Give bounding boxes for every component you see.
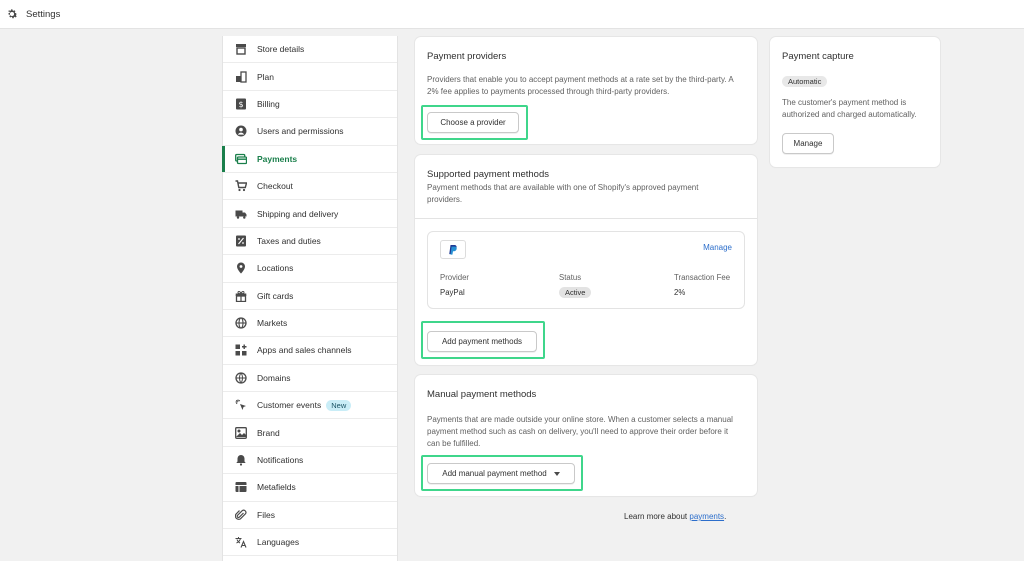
fee-value: 2% [674, 288, 686, 297]
sidebar-item-label: Apps and sales channels [257, 345, 352, 356]
card-title: Manual payment methods [427, 389, 537, 400]
payment-capture-card: Payment capture Automatic The customer's… [770, 37, 940, 167]
apps-icon [235, 344, 247, 356]
payments-icon [235, 153, 247, 165]
percent-icon [235, 235, 247, 247]
provider-value: PayPal [440, 288, 465, 297]
dollar-icon: $ [235, 98, 247, 110]
sidebar-item-billing[interactable]: $ Billing [223, 91, 397, 119]
paypal-logo-icon [440, 240, 466, 259]
card-description: Payment methods that are available with … [427, 183, 699, 204]
paperclip-icon [235, 509, 247, 521]
manage-capture-button[interactable]: Manage [782, 133, 834, 154]
sidebar-item-label: Shipping and delivery [257, 208, 339, 219]
payment-providers-card: Payment providers Providers that enable … [415, 37, 757, 144]
sidebar-item-shipping[interactable]: Shipping and delivery [223, 200, 397, 228]
svg-text:$: $ [238, 100, 243, 109]
sidebar-item-payments[interactable]: Payments [222, 145, 397, 173]
sidebar-item-brand[interactable]: Brand [223, 419, 397, 447]
fee-column-header: Transaction Fee [674, 273, 731, 282]
button-label: Add manual payment method [442, 469, 547, 478]
sidebar-item-label: Markets [257, 318, 288, 329]
metafields-icon [235, 481, 247, 493]
sidebar-item-label: Checkout [257, 181, 293, 192]
new-badge: New [326, 399, 352, 411]
sidebar-item-apps[interactable]: Apps and sales channels [223, 337, 397, 365]
manage-paypal-link[interactable]: Manage [703, 243, 732, 252]
sidebar-item-locations[interactable]: Locations [223, 255, 397, 283]
supported-payment-methods-card: Supported payment methods Payment method… [415, 155, 757, 365]
sidebar-item-label: Files [257, 509, 275, 520]
sidebar-item-label: Gift cards [257, 290, 294, 301]
caret-down-icon [553, 471, 560, 476]
sidebar-item-label: Locations [257, 263, 294, 274]
top-bar: Settings [0, 0, 1024, 29]
location-pin-icon [235, 262, 247, 274]
sidebar-item-customer-events[interactable]: Customer events New [223, 392, 397, 420]
sidebar-item-languages[interactable]: Languages [223, 529, 397, 557]
truck-icon [235, 208, 247, 220]
sidebar-item-label: Plan [257, 71, 275, 82]
manual-payment-methods-card: Manual payment methods Payments that are… [415, 375, 757, 496]
sidebar-item-checkout[interactable]: Checkout [223, 173, 397, 201]
cursor-click-icon [235, 399, 247, 411]
sidebar-item-files[interactable]: Files [223, 502, 397, 530]
store-icon [235, 43, 247, 55]
payments-link[interactable]: payments [689, 512, 724, 521]
status-badge: Active [559, 287, 592, 298]
globe-icon [235, 317, 247, 329]
sidebar-item-label: Billing [257, 98, 280, 109]
sidebar-item-domains[interactable]: Domains [223, 365, 397, 393]
sidebar-item-markets[interactable]: Markets [223, 310, 397, 338]
brand-icon [235, 426, 247, 439]
card-title: Payment providers [427, 51, 507, 62]
card-description: Payments that are made outside your onli… [427, 415, 733, 448]
sidebar-item-label: Customer events [257, 400, 322, 411]
add-payment-methods-button[interactable]: Add payment methods [427, 331, 537, 352]
sidebar-item-label: Domains [257, 372, 291, 383]
translate-icon [235, 536, 247, 548]
sidebar-item-label: Store details [257, 44, 305, 55]
divider [415, 218, 757, 219]
sidebar-item-label: Brand [257, 427, 280, 438]
bell-icon [235, 454, 247, 466]
sidebar-item-taxes[interactable]: Taxes and duties [223, 228, 397, 256]
gift-icon [235, 290, 247, 302]
automatic-badge: Automatic [782, 76, 828, 87]
plan-icon [235, 70, 247, 83]
sidebar-item-store-details[interactable]: Store details [223, 36, 397, 64]
paypal-provider-card: Manage Provider Status Transaction Fee P… [427, 231, 745, 309]
user-icon [235, 125, 247, 137]
sidebar-item-label: Taxes and duties [257, 235, 321, 246]
sidebar-item-label: Languages [257, 537, 300, 548]
sidebar-item-label: Notifications [257, 455, 304, 466]
learn-more-text: Learn more about payments. [624, 512, 726, 521]
sidebar-item-notifications[interactable]: Notifications [223, 447, 397, 475]
gear-icon [5, 7, 19, 21]
provider-column-header: Provider [440, 273, 470, 282]
add-manual-payment-method-button[interactable]: Add manual payment method [427, 463, 575, 484]
sidebar-item-metafields[interactable]: Metafields [223, 474, 397, 502]
sidebar-item-label: Metafields [257, 482, 296, 493]
sidebar-item-users[interactable]: Users and permissions [223, 118, 397, 146]
sidebar-item-label: Users and permissions [257, 126, 344, 137]
card-title: Supported payment methods [427, 169, 549, 180]
learn-more-prefix: Learn more about [624, 512, 690, 521]
cart-icon [235, 180, 247, 192]
settings-sidebar: Store details Plan $ Billing Users and p… [222, 36, 398, 561]
page-title: Settings [26, 8, 61, 20]
sidebar-item-label: Payments [257, 153, 298, 164]
card-title: Payment capture [782, 51, 854, 62]
sidebar-item-plan[interactable]: Plan [223, 63, 397, 91]
status-column-header: Status [559, 273, 582, 282]
card-description: The customer's payment method is authori… [782, 98, 917, 119]
sidebar-item-gift-cards[interactable]: Gift cards [223, 283, 397, 310]
card-description: Providers that enable you to accept paym… [427, 75, 734, 96]
domain-globe-icon [235, 372, 247, 384]
choose-provider-button[interactable]: Choose a provider [427, 112, 519, 133]
learn-more-suffix: . [724, 512, 727, 521]
